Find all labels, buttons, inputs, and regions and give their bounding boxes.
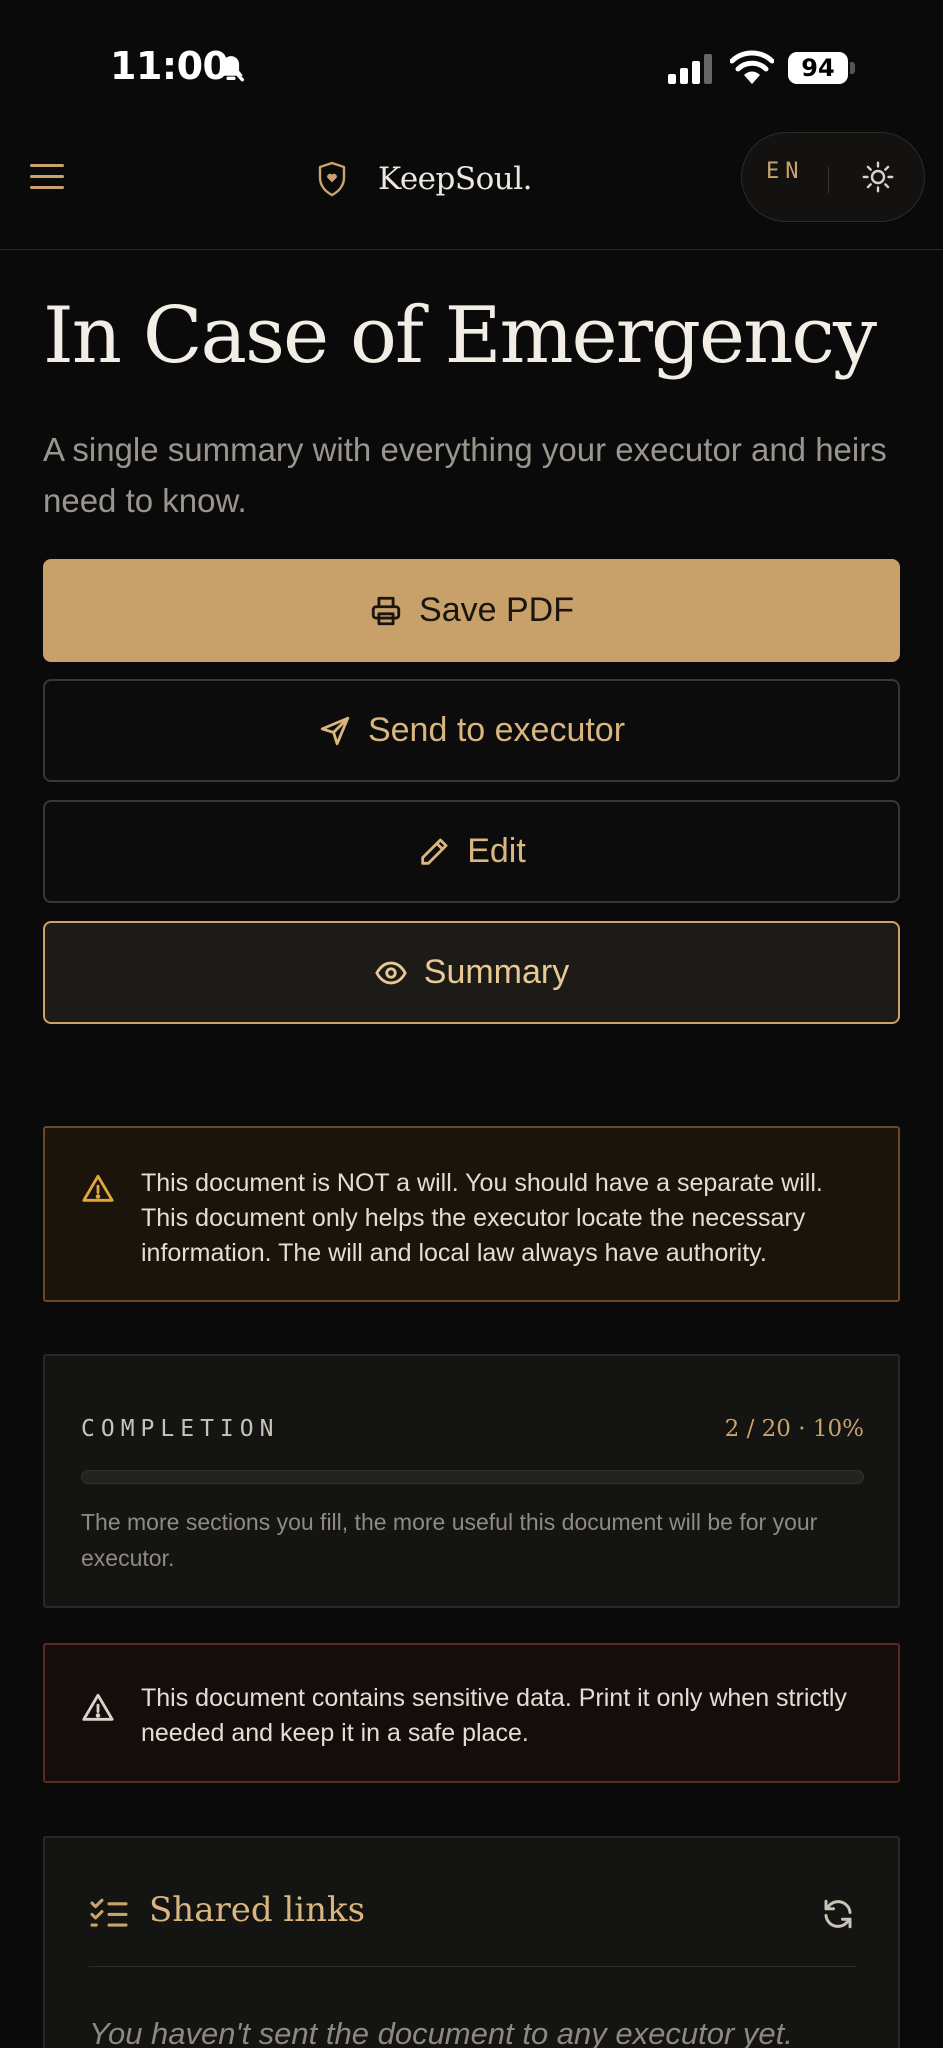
shared-links-card: Shared links You haven't sent the docume…	[43, 1836, 900, 2048]
page-title: In Case of Emergency	[43, 291, 877, 381]
brand[interactable]: KeepSoul.	[316, 160, 533, 198]
completion-card: COMPLETION 2 / 20 · 10% The more section…	[43, 1354, 900, 1608]
completion-progress-bar	[81, 1470, 864, 1484]
refresh-icon[interactable]	[820, 1896, 856, 1932]
summary-label: Summary	[423, 953, 570, 991]
edit-button[interactable]: Edit	[43, 800, 900, 903]
warning-icon	[82, 1693, 114, 1721]
cellular-signal-icon	[668, 54, 712, 84]
send-icon	[320, 716, 350, 745]
eye-icon	[374, 961, 407, 984]
wifi-icon	[730, 50, 774, 84]
battery-tip	[850, 62, 855, 74]
checklist-icon	[90, 1898, 128, 1927]
save-pdf-label: Save PDF	[419, 591, 574, 629]
completion-progress-fill	[82, 1471, 161, 1483]
save-pdf-button[interactable]: Save PDF	[43, 559, 900, 662]
page-subtitle: A single summary with everything your ex…	[43, 431, 887, 519]
sensitive-data-notice: This document contains sensitive data. P…	[43, 1643, 900, 1783]
divider	[828, 167, 829, 193]
status-bar: 11:00 94	[0, 0, 943, 120]
pencil-icon	[421, 838, 448, 865]
shield-heart-icon	[318, 161, 346, 197]
divider	[89, 1966, 856, 1967]
shared-links-empty-state: You haven't sent the document to any exe…	[89, 2016, 793, 2048]
not-a-will-notice: This document is NOT a will. You should …	[43, 1126, 900, 1302]
not-a-will-text: This document is NOT a will. You should …	[141, 1169, 823, 1267]
sensitive-data-text: This document contains sensitive data. P…	[141, 1684, 847, 1747]
menu-icon[interactable]	[30, 164, 64, 194]
status-time: 11:00	[110, 44, 229, 88]
completion-hint: The more sections you fill, the more use…	[81, 1509, 818, 1571]
summary-button[interactable]: Summary	[43, 921, 900, 1024]
completion-label: COMPLETION	[81, 1416, 280, 1442]
send-to-executor-label: Send to executor	[367, 711, 626, 749]
printer-icon	[371, 596, 401, 625]
battery-indicator: 94	[788, 52, 848, 84]
language-toggle[interactable]: EN	[766, 159, 805, 184]
brand-name: KeepSoul.	[378, 161, 533, 197]
header-controls: EN	[741, 132, 925, 222]
edit-label: Edit	[467, 832, 526, 870]
sun-icon[interactable]	[860, 159, 896, 195]
app-header: KeepSoul. EN	[0, 120, 943, 250]
bell-muted-icon	[217, 52, 245, 82]
completion-stats: 2 / 20 · 10%	[724, 1416, 864, 1442]
shared-links-title: Shared links	[149, 1890, 366, 1930]
send-to-executor-button[interactable]: Send to executor	[43, 679, 900, 782]
warning-icon	[82, 1174, 114, 1202]
